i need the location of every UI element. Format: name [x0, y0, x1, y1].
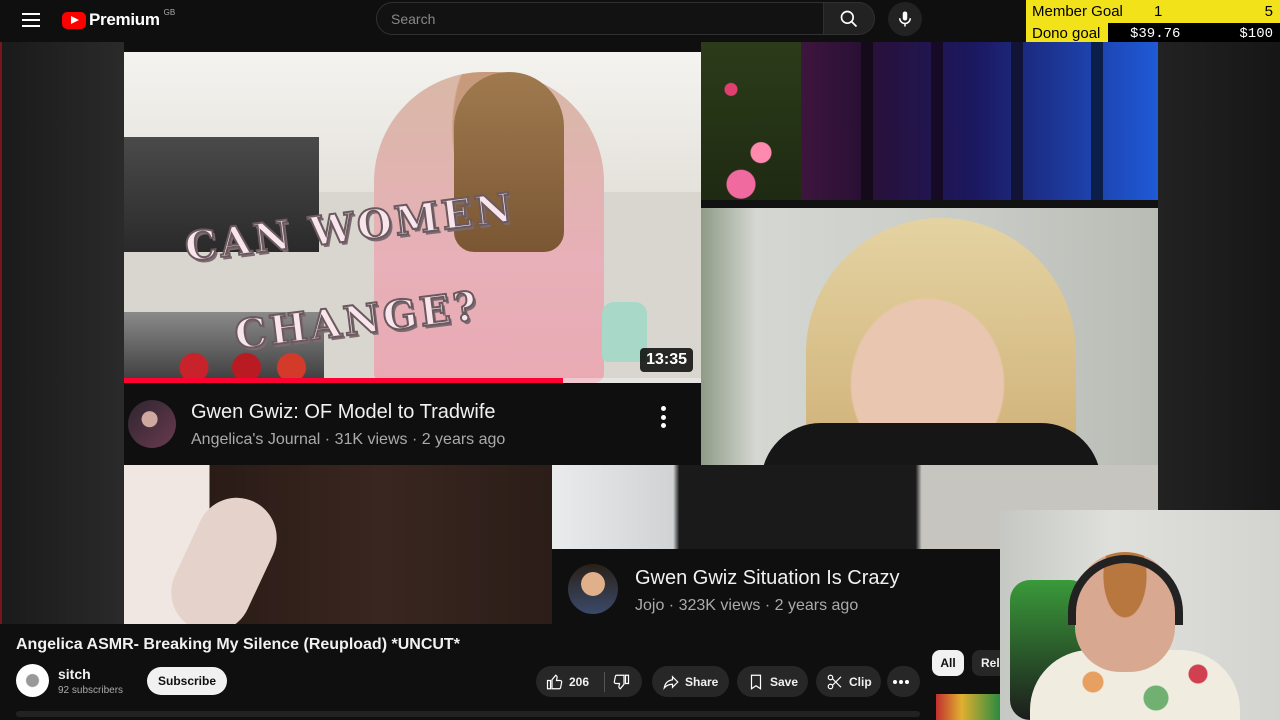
microphone-icon	[899, 11, 911, 27]
subscribe-button[interactable]: Subscribe	[147, 667, 227, 695]
page-video-title: Angelica ASMR- Breaking My Silence (Reup…	[16, 636, 460, 653]
video-info-2: Gwen Gwiz Situation Is Crazy Jojo · 323K…	[552, 549, 1000, 624]
channel-avatar[interactable]	[128, 400, 176, 448]
member-goal-target: 5	[1264, 3, 1273, 20]
stream-screen: Premium GB Member Goal 1 5 Dono goal $39…	[0, 0, 1280, 720]
channel-avatar[interactable]	[568, 564, 618, 614]
thumbs-down-icon	[613, 674, 630, 690]
stream-goal-overlay: Member Goal 1 5 Dono goal $39.76 $100	[1026, 0, 1280, 45]
more-actions-button[interactable]	[887, 666, 920, 697]
share-icon	[663, 674, 679, 690]
search-icon	[840, 10, 858, 27]
dono-goal-current: $39.76	[1130, 26, 1181, 42]
like-button[interactable]: 206	[536, 666, 604, 697]
dono-goal-target: $100	[1239, 26, 1273, 42]
subscriber-count: 92 subscribers	[58, 685, 124, 696]
chip-all[interactable]: All	[932, 650, 964, 676]
divider	[701, 200, 1158, 208]
member-goal-current: 1	[1154, 3, 1163, 20]
duration-badge: 13:35	[640, 348, 693, 372]
like-count: 206	[569, 674, 590, 689]
video-thumbnail-2[interactable]	[701, 208, 1158, 508]
member-goal-label: Member Goal	[1032, 3, 1123, 20]
logo-region: GB	[163, 7, 176, 17]
more-options-icon[interactable]	[654, 403, 672, 431]
background-artwork	[701, 42, 1158, 200]
video-meta: Jojo · 323K views · 2 years ago	[635, 597, 859, 614]
video-meta: Angelica's Journal · 31K views · 2 years…	[191, 431, 506, 448]
channel-avatar[interactable]	[16, 664, 49, 697]
player-right-margin	[1158, 42, 1280, 512]
save-button[interactable]: Save	[737, 666, 808, 697]
video-info-1: Gwen Gwiz: OF Model to Tradwife Angelica…	[124, 383, 701, 465]
more-horizontal-icon	[893, 679, 909, 684]
scissors-icon	[827, 674, 842, 689]
like-dislike-group: 206	[536, 666, 642, 697]
streamer-webcam	[1000, 510, 1280, 720]
member-goal-row: Member Goal 1 5	[1026, 0, 1280, 22]
related-video-thumbnail[interactable]	[936, 694, 1000, 720]
share-button[interactable]: Share	[652, 666, 729, 697]
headset-icon	[1068, 555, 1183, 625]
video-title[interactable]: Gwen Gwiz: OF Model to Tradwife	[191, 401, 496, 424]
share-label: Share	[685, 674, 719, 689]
thumbs-up-icon	[546, 673, 563, 689]
youtube-premium-logo[interactable]: Premium GB	[62, 8, 175, 32]
voice-search-button[interactable]	[888, 2, 922, 36]
save-label: Save	[770, 674, 799, 689]
bookmark-icon	[750, 674, 762, 690]
clip-button[interactable]: Clip	[816, 666, 881, 697]
description-bar	[16, 711, 920, 717]
menu-icon[interactable]	[22, 12, 42, 28]
player-left-margin	[0, 42, 124, 624]
search-box	[376, 2, 824, 35]
youtube-play-icon	[62, 11, 86, 29]
clip-label: Clip	[849, 674, 872, 689]
video-frame	[124, 465, 552, 624]
search-input[interactable]	[391, 10, 823, 27]
video-thumbnail-1[interactable]: CAN WOMEN CHANGE? 13:35	[124, 52, 701, 383]
video-title[interactable]: Gwen Gwiz Situation Is Crazy	[635, 567, 900, 590]
logo-text: Premium	[89, 10, 160, 29]
dislike-button[interactable]	[605, 666, 642, 697]
channel-name[interactable]: sitch	[58, 666, 91, 682]
search-button[interactable]	[823, 2, 875, 35]
